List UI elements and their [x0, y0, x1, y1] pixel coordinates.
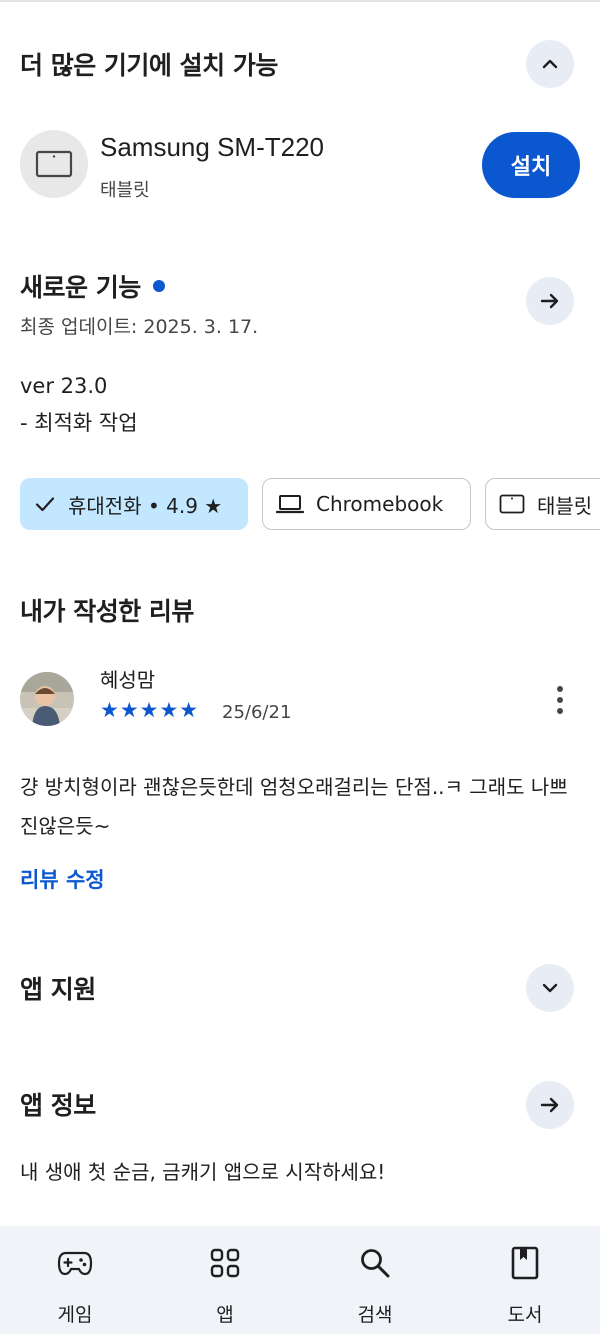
chip-chromebook-label: Chromebook — [316, 492, 444, 516]
tablet-icon — [499, 494, 525, 514]
nav-search-label: 검색 — [357, 1304, 393, 1326]
reviewer-name: 혜성맘 — [100, 668, 156, 692]
chip-phone-label: 휴대전화 • 4.9 ★ — [68, 493, 223, 518]
chip-phone[interactable]: 휴대전화 • 4.9 ★ — [20, 478, 248, 530]
search-icon — [359, 1246, 391, 1280]
edit-review-link[interactable]: 리뷰 수정 — [20, 864, 105, 894]
device-avatar — [20, 130, 88, 198]
chip-chromebook[interactable]: Chromebook — [262, 478, 471, 530]
device-name: Samsung SM-T220 — [100, 132, 324, 162]
more-options-button[interactable] — [548, 684, 572, 716]
new-indicator-dot — [152, 280, 165, 292]
version-text: ver 23.0 — [20, 374, 108, 398]
nav-apps-label: 앱 — [216, 1304, 234, 1326]
review-date: 25/6/21 — [222, 702, 292, 723]
app-info-description: 내 생애 첫 순금, 금캐기 앱으로 시작하세요! — [20, 1160, 386, 1184]
arrow-right-icon — [540, 1097, 559, 1113]
star-rating: ★★★★★ — [100, 698, 200, 722]
device-type: 태블릿 — [100, 180, 150, 201]
arrow-right-icon — [540, 293, 559, 309]
nav-games[interactable]: 게임 — [0, 1226, 150, 1334]
whats-new-title: 새로운 기능 — [20, 268, 165, 304]
nav-books[interactable]: 도서 — [450, 1226, 600, 1334]
top-divider — [0, 0, 600, 2]
nav-games-label: 게임 — [57, 1304, 93, 1326]
avatar[interactable] — [20, 672, 74, 726]
more-devices-title: 더 많은 기기에 설치 가능 — [20, 51, 278, 80]
check-icon — [34, 493, 56, 515]
whats-new-arrow-button[interactable] — [526, 277, 574, 325]
nav-books-label: 도서 — [507, 1304, 543, 1326]
chevron-down-icon — [542, 983, 558, 993]
chip-tablet-label: 태블릿 — [537, 493, 593, 518]
my-review-title: 내가 작성한 리뷰 — [20, 597, 194, 626]
chip-tablet[interactable]: 태블릿 — [485, 478, 600, 530]
bottom-navigation: 게임 앱 검색 도서 — [0, 1226, 600, 1334]
app-info-arrow-button[interactable] — [526, 1081, 574, 1129]
collapse-button[interactable] — [526, 40, 574, 88]
gamepad-icon — [57, 1246, 93, 1280]
release-notes: ver 23.0 - 최적화 작업 — [20, 368, 138, 442]
note-text: - 최적화 작업 — [20, 411, 138, 435]
book-icon — [511, 1246, 539, 1280]
app-support-title: 앱 지원 — [20, 975, 96, 1004]
chevron-up-icon — [542, 59, 558, 69]
whats-new-title-text: 새로운 기능 — [20, 273, 141, 302]
more-vert-icon — [557, 686, 563, 692]
install-button[interactable]: 설치 — [482, 132, 580, 198]
review-text: 걍 방치형이라 괜찮은듯한데 엄청오래걸리는 단점..ㅋ 그래도 나쁘진않은듯~ — [20, 775, 568, 838]
apps-grid-icon — [210, 1246, 240, 1280]
laptop-icon — [276, 493, 304, 515]
expand-app-support-button[interactable] — [526, 964, 574, 1012]
app-info-title: 앱 정보 — [20, 1091, 96, 1120]
nav-apps[interactable]: 앱 — [150, 1226, 300, 1334]
nav-search[interactable]: 검색 — [300, 1226, 450, 1334]
update-date: 최종 업데이트: 2025. 3. 17. — [20, 316, 259, 338]
tablet-icon — [35, 150, 73, 178]
